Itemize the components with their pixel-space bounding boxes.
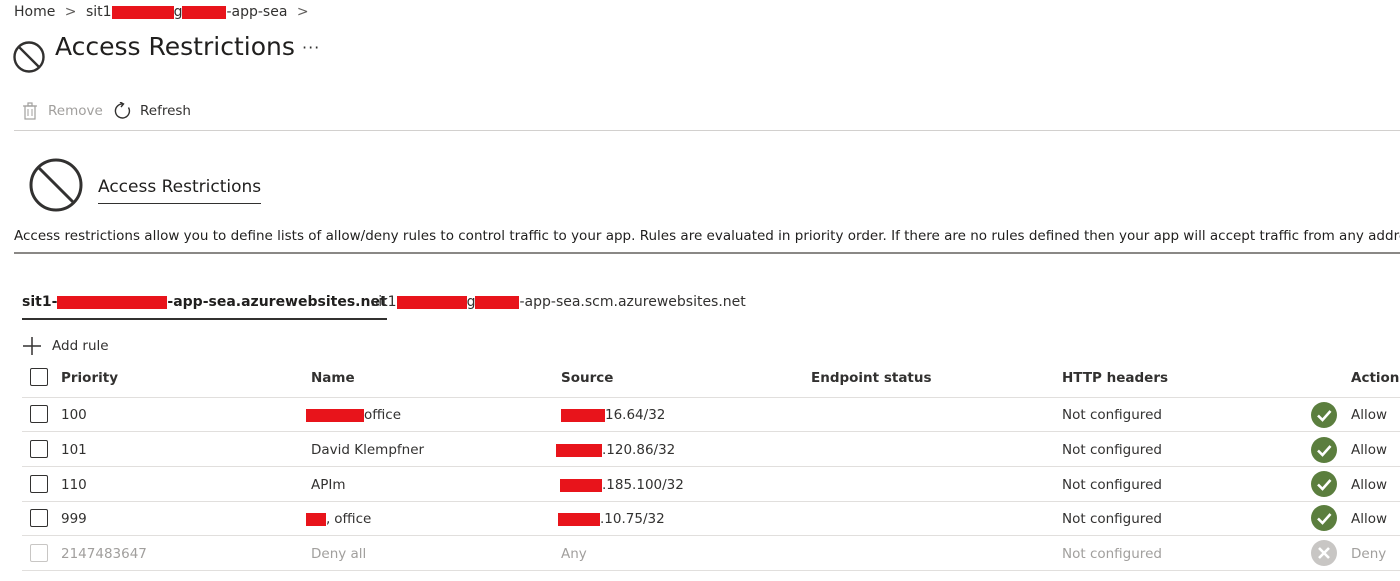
tab-label-suffix: -app-sea.scm.azurewebsites.net xyxy=(519,294,746,310)
rule-priority: 999 xyxy=(61,511,87,527)
row-divider xyxy=(22,535,1400,536)
redaction-bar xyxy=(560,478,602,492)
column-header-name[interactable]: Name xyxy=(311,370,355,386)
column-header-endpoint-status[interactable]: Endpoint status xyxy=(811,370,932,386)
rule-action: Allow xyxy=(1351,442,1388,458)
deny-icon xyxy=(1311,540,1337,566)
row-checkbox[interactable] xyxy=(30,405,48,423)
rule-source: .10.75/32 xyxy=(558,511,665,527)
rule-action: Allow xyxy=(1351,477,1388,493)
no-entry-icon xyxy=(29,158,83,212)
rule-name[interactable]: David Klempfner xyxy=(311,442,424,458)
column-header-http-headers[interactable]: HTTP headers xyxy=(1062,370,1168,386)
rule-source: 16.64/32 xyxy=(561,407,665,423)
plus-icon xyxy=(23,337,41,355)
redaction-bar xyxy=(396,295,467,309)
check-icon xyxy=(1311,471,1337,497)
row-divider xyxy=(22,466,1400,467)
breadcrumb-app-middle: g xyxy=(173,4,183,20)
rule-http-headers: Not configured xyxy=(1062,511,1162,527)
rule-name-text: office xyxy=(334,511,372,527)
refresh-button[interactable]: Refresh xyxy=(114,102,191,120)
rule-name[interactable]: office xyxy=(306,407,401,423)
description-text: Access restrictions allow you to define … xyxy=(14,228,1400,244)
breadcrumb: Home > sit1 g -app-sea > xyxy=(14,4,314,20)
breadcrumb-app-link[interactable]: sit1 g -app-sea xyxy=(86,4,292,20)
rule-http-headers: Not configured xyxy=(1062,546,1162,562)
rule-source-text: .10.75/32 xyxy=(600,511,665,527)
header-divider xyxy=(22,397,1400,398)
trash-icon xyxy=(23,102,37,120)
page-title: Access Restrictions xyxy=(55,32,295,61)
check-icon xyxy=(1311,505,1337,531)
tab-label-prefix: sit1 xyxy=(371,294,397,310)
breadcrumb-app-suffix: -app-sea xyxy=(226,4,288,20)
rule-priority: 100 xyxy=(61,407,87,423)
rule-source-text: 16.64/32 xyxy=(605,407,666,423)
remove-label: Remove xyxy=(48,103,103,119)
rule-name-text: office xyxy=(364,407,402,423)
rule-name[interactable]: , office xyxy=(306,511,371,527)
redaction-bar xyxy=(306,512,326,526)
redaction-bar xyxy=(475,295,520,309)
row-checkbox[interactable] xyxy=(30,440,48,458)
check-icon xyxy=(1311,402,1337,428)
tab-label-middle: g xyxy=(466,294,476,310)
add-rule-label: Add rule xyxy=(52,338,109,354)
row-checkbox[interactable] xyxy=(30,509,48,527)
rule-name: Deny all xyxy=(311,546,367,562)
select-all-checkbox[interactable] xyxy=(30,368,48,386)
column-header-action[interactable]: Action xyxy=(1351,370,1399,386)
column-header-priority[interactable]: Priority xyxy=(61,370,118,386)
rule-action: Allow xyxy=(1351,407,1388,423)
rule-http-headers: Not configured xyxy=(1062,442,1162,458)
redaction-bar xyxy=(111,5,174,19)
tab-main-site[interactable]: sit1- -app-sea.azurewebsites.net xyxy=(22,294,387,320)
rule-http-headers: Not configured xyxy=(1062,477,1162,493)
breadcrumb-separator: > xyxy=(296,4,309,20)
toolbar-divider xyxy=(14,130,1400,131)
rule-source-text: .120.86/32 xyxy=(602,442,676,458)
row-checkbox[interactable] xyxy=(30,475,48,493)
row-divider xyxy=(22,570,1400,571)
redaction-bar xyxy=(556,443,602,457)
rule-action: Allow xyxy=(1351,511,1388,527)
rule-priority: 101 xyxy=(61,442,87,458)
redaction-bar xyxy=(558,512,600,526)
section-title: Access Restrictions xyxy=(98,177,262,204)
rule-name[interactable]: APIm xyxy=(311,477,346,493)
row-checkbox xyxy=(30,544,48,562)
redaction-bar xyxy=(306,408,364,422)
breadcrumb-app-prefix: sit1 xyxy=(85,4,112,20)
rule-action: Deny xyxy=(1351,546,1387,562)
redaction-bar xyxy=(57,295,168,309)
column-header-source[interactable]: Source xyxy=(561,370,613,386)
tab-label-prefix: sit1- xyxy=(22,294,58,310)
rule-source: .120.86/32 xyxy=(556,442,675,458)
check-icon xyxy=(1311,437,1337,463)
rule-source-text: .185.100/32 xyxy=(602,477,684,493)
rule-priority: 2147483647 xyxy=(61,546,147,562)
rule-source: .185.100/32 xyxy=(560,477,684,493)
rule-source: Any xyxy=(561,546,587,562)
rule-priority: 110 xyxy=(61,477,87,493)
row-divider xyxy=(22,431,1400,432)
redaction-bar xyxy=(561,408,605,422)
more-options-button[interactable]: ··· xyxy=(302,38,320,57)
breadcrumb-separator: > xyxy=(64,4,77,20)
section-divider xyxy=(14,252,1400,254)
remove-button[interactable]: Remove xyxy=(22,102,103,120)
no-entry-icon xyxy=(13,41,45,73)
refresh-icon xyxy=(114,102,131,119)
rule-http-headers: Not configured xyxy=(1062,407,1162,423)
redaction-bar xyxy=(182,5,227,19)
tab-scm-site[interactable]: sit1 g -app-sea.scm.azurewebsites.net xyxy=(371,294,746,310)
breadcrumb-home-link[interactable]: Home xyxy=(14,4,55,20)
add-rule-button[interactable]: Add rule xyxy=(22,336,109,356)
tab-label-suffix: -app-sea.azurewebsites.net xyxy=(167,294,387,310)
refresh-label: Refresh xyxy=(140,103,191,119)
row-divider xyxy=(22,501,1400,502)
